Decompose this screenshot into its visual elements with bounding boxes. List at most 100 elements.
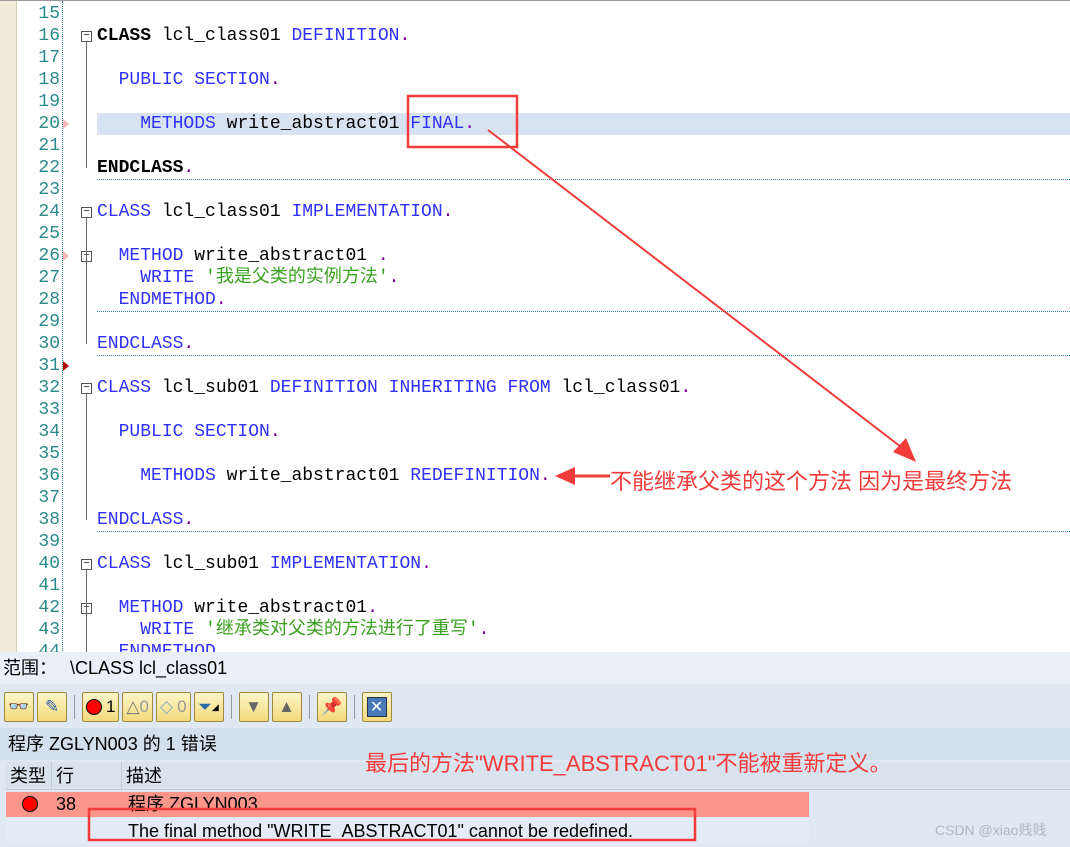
code-line[interactable]: 20 METHODS write_abstract01 FINAL.: [0, 113, 1070, 135]
line-number: 28: [38, 290, 60, 310]
code-text: ENDCLASS.: [97, 509, 194, 531]
code-token: lcl_class01: [561, 378, 681, 398]
code-line[interactable]: 31: [0, 355, 1070, 377]
line-number: 24: [38, 202, 60, 222]
code-line[interactable]: 38 ENDCLASS.: [0, 509, 1070, 532]
code-line[interactable]: 30 ENDCLASS.: [0, 333, 1070, 356]
code-token: .: [478, 620, 490, 640]
code-line[interactable]: 26− METHOD write_abstract01 .: [0, 245, 1070, 267]
pencil-icon: ✎: [44, 697, 60, 716]
line-number: 38: [38, 510, 60, 530]
code-line[interactable]: 32− CLASS lcl_sub01 DEFINITION INHERITING…: [0, 377, 1070, 399]
toolbar-separator: [230, 695, 232, 719]
code-line[interactable]: 23: [0, 179, 1070, 201]
triangle-down-icon: ▼: [245, 697, 262, 716]
line-marker-icon: [63, 119, 69, 129]
line-marker-icon: [63, 251, 69, 261]
code-line[interactable]: 35: [0, 443, 1070, 465]
table-row[interactable]: 38 程序 ZGLYN003: [6, 792, 809, 817]
error-count: 1: [106, 697, 116, 716]
code-line[interactable]: 19: [0, 91, 1070, 113]
code-token: .: [388, 268, 400, 288]
line-number: 42: [38, 598, 60, 618]
pin-button[interactable]: 📌: [316, 692, 347, 722]
code-token: .: [464, 114, 476, 134]
code-line[interactable]: 16− CLASS lcl_class01 DEFINITION.: [0, 25, 1070, 47]
code-line[interactable]: 28 ENDMETHOD.: [0, 289, 1070, 312]
code-line[interactable]: 33: [0, 399, 1070, 421]
code-line[interactable]: 41: [0, 575, 1070, 597]
line-number: 17: [38, 48, 60, 68]
code-line[interactable]: 22 ENDCLASS.: [0, 157, 1070, 180]
line-number: 32: [38, 378, 60, 398]
close-icon: ✕: [366, 697, 387, 717]
line-number: 39: [38, 532, 60, 552]
line-number: 21: [38, 136, 60, 156]
code-line[interactable]: 40− CLASS lcl_sub01 IMPLEMENTATION.: [0, 553, 1070, 575]
code-token: .: [183, 334, 195, 354]
filter-button[interactable]: ⏷ ◢: [193, 692, 224, 722]
code-token: ENDMETHOD: [118, 642, 216, 652]
code-token: write_abstract01: [226, 114, 411, 134]
code-line[interactable]: 34 PUBLIC SECTION.: [0, 421, 1070, 443]
code-token: .: [442, 202, 454, 222]
line-number: 22: [38, 158, 60, 178]
pin-icon: 📌: [320, 697, 343, 716]
fold-line: [86, 393, 87, 520]
code-editor[interactable]: 15 16− CLASS lcl_class01 DEFINITION. 17 18 P…: [0, 0, 1070, 652]
code-token: lcl_class01: [161, 26, 292, 46]
code-token: ENDCLASS: [97, 158, 184, 178]
display-button[interactable]: 👓: [4, 692, 34, 722]
error-icon: [22, 796, 38, 812]
code-line[interactable]: 39: [0, 531, 1070, 553]
info-filter-button[interactable]: ◇ 0: [156, 692, 191, 722]
warnings-filter-button[interactable]: △ 0: [122, 692, 154, 722]
previous-button[interactable]: ▲: [271, 692, 302, 722]
code-line[interactable]: 24− CLASS lcl_class01 IMPLEMENTATION.: [0, 201, 1070, 223]
code-token: .: [377, 246, 389, 266]
close-button[interactable]: ✕: [361, 692, 392, 722]
info-icon: ◇: [160, 697, 174, 716]
line-number: 16: [38, 26, 60, 46]
line-number: 41: [38, 576, 60, 596]
line-number: 40: [38, 554, 60, 574]
code-text: ENDMETHOD.: [97, 641, 227, 652]
code-line[interactable]: 27 WRITE '我是父类的实例方法'.: [0, 267, 1070, 289]
code-line[interactable]: 29: [0, 311, 1070, 333]
code-line[interactable]: 25: [0, 223, 1070, 245]
code-token: '继承类对父类的方法进行了重写': [205, 620, 479, 640]
code-line[interactable]: 21: [0, 135, 1070, 157]
code-line[interactable]: 42− METHOD write_abstract01.: [0, 597, 1070, 619]
next-button[interactable]: ▼: [238, 692, 269, 722]
code-token: write_abstract01: [194, 246, 378, 266]
code-line[interactable]: 15: [0, 3, 1070, 25]
edit-button[interactable]: ✎: [37, 692, 67, 722]
errors-filter-button[interactable]: 1: [82, 692, 120, 722]
code-token: WRITE: [140, 268, 206, 288]
code-line[interactable]: 44 ENDMETHOD.: [0, 641, 1070, 652]
column-line[interactable]: 行: [52, 762, 122, 789]
code-token: .: [680, 378, 692, 398]
line-number: 20: [38, 114, 60, 134]
table-row-detail[interactable]: The final method "WRITE_ABSTRACT01" cann…: [6, 818, 809, 844]
code-token: .: [215, 290, 227, 310]
code-token: METHODS: [140, 466, 227, 486]
code-token: lcl_sub01: [161, 554, 270, 574]
scope-value: \CLASS lcl_class01: [70, 658, 228, 678]
filter-icon: ⏷: [198, 697, 212, 716]
code-token: METHODS: [140, 114, 227, 134]
code-token: CLASS: [97, 378, 162, 398]
code-line[interactable]: 17: [0, 47, 1070, 69]
code-line[interactable]: 43 WRITE '继承类对父类的方法进行了重写'.: [0, 619, 1070, 641]
column-type[interactable]: 类型: [6, 762, 52, 789]
code-token: ENDMETHOD: [118, 290, 216, 310]
toolbar-separator: [74, 695, 75, 719]
code-text: CLASS lcl_sub01 IMPLEMENTATION.: [97, 553, 432, 575]
code-line[interactable]: 18 PUBLIC SECTION.: [0, 69, 1070, 91]
line-number: 36: [38, 466, 60, 486]
